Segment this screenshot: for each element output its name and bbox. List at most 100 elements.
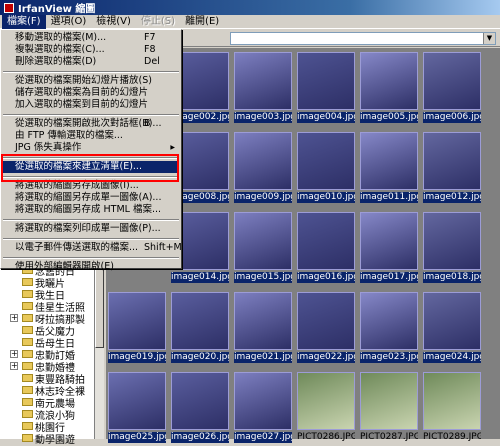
thumbnail-image[interactable] xyxy=(360,292,418,350)
file-menu-item[interactable]: 移動選取的檔案(M)... F7 xyxy=(3,32,179,44)
file-menu-item[interactable]: 儲存選取的檔案為目前的幻燈片 xyxy=(3,87,179,99)
thumbnail-label[interactable]: image026.jpg xyxy=(171,432,229,443)
expand-plus-icon[interactable]: + xyxy=(10,314,18,322)
thumbnail-label[interactable]: PICT0286.JPG xyxy=(297,432,355,443)
thumbnail-label[interactable]: image023.jpg xyxy=(360,352,418,363)
chevron-down-icon[interactable]: ▼ xyxy=(483,33,495,44)
file-menu-item-label: 將選取的縮圖另存成圖像(I)... xyxy=(15,180,139,191)
thumbnail-image[interactable] xyxy=(423,212,481,270)
thumbnail-label[interactable]: image022.jpg xyxy=(297,352,355,363)
thumbnail-image[interactable] xyxy=(297,132,355,190)
thumbnail-label[interactable]: image018.jpg xyxy=(423,272,481,283)
thumbnail-label[interactable]: image020.jpg xyxy=(171,352,229,363)
thumbnail-image[interactable] xyxy=(360,52,418,110)
file-menu-item[interactable]: 將選取的縮圖另存成單一圖像(A)... xyxy=(3,192,179,204)
folder-icon xyxy=(22,290,33,298)
thumbnail-image[interactable] xyxy=(297,212,355,270)
file-menu-item[interactable]: 由 FTP 傳輸選取的檔案... xyxy=(3,130,179,142)
thumbnail-image[interactable] xyxy=(423,292,481,350)
thumbnail-label[interactable]: PICT0289.JPG xyxy=(423,432,481,443)
folder-path-combobox[interactable]: ▼ xyxy=(230,32,496,45)
folder-icon xyxy=(22,398,33,406)
file-menu-dropdown: 移動選取的檔案(M)... F7 複製選取的檔案(C)... F8 刪除選取的檔案(D)… xyxy=(0,29,182,272)
thumbnail-label[interactable]: image005.jpg xyxy=(360,112,418,123)
file-menu-item[interactable]: 將選取的縮圖另存成 HTML 檔案... xyxy=(3,204,179,216)
menu-options[interactable]: 選項(O) xyxy=(46,15,92,29)
thumbnail-image[interactable] xyxy=(234,52,292,110)
tree-folder-label: 動學園遊 xyxy=(35,434,75,446)
menu-view[interactable]: 檢視(V) xyxy=(91,15,136,29)
menu-file[interactable]: 檔案(F) xyxy=(2,14,46,29)
menu-stop[interactable]: 停止(S) xyxy=(136,15,180,29)
file-menu-item[interactable]: 刪除選取的檔案(D) Del xyxy=(3,56,179,68)
file-menu-item-shortcut: Del xyxy=(144,56,160,67)
thumbnail-label[interactable]: image016.jpg xyxy=(297,272,355,283)
folder-icon xyxy=(22,422,33,430)
thumbnail-image[interactable] xyxy=(171,292,229,350)
file-menu-item[interactable]: 從選取的檔案開始幻燈片播放(S) xyxy=(3,75,179,87)
file-menu-item[interactable]: JPG 係失真操作 xyxy=(3,142,179,154)
expand-plus-icon[interactable]: + xyxy=(10,350,18,358)
thumbnail-image[interactable] xyxy=(108,292,166,350)
file-menu-item[interactable]: 複製選取的檔案(C)... F8 xyxy=(3,44,179,56)
thumbnail-label[interactable]: image014.jpg xyxy=(171,272,229,283)
folder-icon xyxy=(22,338,33,346)
menu-separator xyxy=(3,114,179,116)
thumbnail-label[interactable]: image025.jpg xyxy=(108,432,166,443)
menu-separator xyxy=(3,176,179,178)
thumbnail-label[interactable]: image027.jpg xyxy=(234,432,292,443)
file-menu-item-label: 移動選取的檔案(M)... xyxy=(15,32,107,43)
menu-bar: 檔案(F) 選項(O) 檢視(V) 停止(S) 離開(E) xyxy=(0,14,500,29)
thumbnail-label[interactable]: image019.jpg xyxy=(108,352,166,363)
thumbnail-image[interactable] xyxy=(234,292,292,350)
file-menu-item[interactable]: 將選取的檔案列印成單一圖像(P)... xyxy=(3,223,179,235)
thumbnail-image[interactable] xyxy=(360,132,418,190)
file-menu-item[interactable]: 使用外部編輯器開啟(E) xyxy=(3,261,179,273)
thumbnail-image[interactable] xyxy=(423,52,481,110)
thumbnail-image[interactable] xyxy=(234,372,292,430)
thumbnail-image[interactable] xyxy=(171,372,229,430)
file-menu-item[interactable]: 以電子郵件傳送選取的檔案... Shift+M xyxy=(3,242,182,254)
thumbnail-image[interactable] xyxy=(108,372,166,430)
file-menu-item[interactable]: 從選取的檔案來建立清單(E)... xyxy=(3,161,179,173)
tree-folder-item[interactable]: 動學園遊 xyxy=(22,432,75,446)
file-menu-item-label: JPG 係失真操作 xyxy=(15,142,82,153)
thumbnail-label[interactable]: image011.jpg xyxy=(360,192,418,203)
file-menu-item-label: 將選取的檔案列印成單一圖像(P)... xyxy=(15,223,161,234)
thumbnail-image[interactable] xyxy=(234,212,292,270)
thumbnail-label[interactable]: image017.jpg xyxy=(360,272,418,283)
thumbnail-image[interactable] xyxy=(423,132,481,190)
thumbnail-image[interactable] xyxy=(423,372,481,430)
thumbnail-label[interactable]: image009.jpg xyxy=(234,192,292,203)
file-menu-item-shortcut: F8 xyxy=(144,44,156,55)
file-menu-item-label: 由 FTP 傳輸選取的檔案... xyxy=(15,130,123,141)
folder-icon xyxy=(22,326,33,334)
expand-plus-icon[interactable]: + xyxy=(10,362,18,370)
thumbnail-image[interactable] xyxy=(234,132,292,190)
thumbnail-image[interactable] xyxy=(360,212,418,270)
thumbnail-label[interactable]: image024.jpg xyxy=(423,352,481,363)
thumbnail-label[interactable]: image004.jpg xyxy=(297,112,355,123)
thumbnail-label[interactable]: PICT0287.JPG xyxy=(360,432,418,443)
menu-separator xyxy=(3,71,179,73)
thumbnail-label[interactable]: image006.jpg xyxy=(423,112,481,123)
menu-exit[interactable]: 離開(E) xyxy=(180,15,224,29)
thumbnail-label[interactable]: image021.jpg xyxy=(234,352,292,363)
file-menu-item[interactable]: 從選取的檔案開啟批次對話框(B)... B xyxy=(3,118,179,130)
file-menu-item-label: 使用外部編輯器開啟(E) xyxy=(15,261,114,272)
thumbnail-image[interactable] xyxy=(360,372,418,430)
file-menu-item-label: 將選取的縮圖另存成單一圖像(A)... xyxy=(15,192,162,203)
file-menu-item[interactable]: 將選取的縮圖另存成圖像(I)... xyxy=(3,180,179,192)
thumbnail-image[interactable] xyxy=(297,292,355,350)
file-menu-item[interactable]: 加入選取的檔案到目前的幻燈片 xyxy=(3,99,179,111)
thumbnail-image[interactable] xyxy=(297,52,355,110)
irfanview-app-icon[interactable] xyxy=(4,2,14,13)
thumbnail-label[interactable]: image003.jpg xyxy=(234,112,292,123)
thumbnail-label[interactable]: image015.jpg xyxy=(234,272,292,283)
file-menu-item-shortcut: B xyxy=(144,118,151,129)
thumbnail-label[interactable]: image012.jpg xyxy=(423,192,481,203)
thumbnail-image[interactable] xyxy=(297,372,355,430)
thumbnail-label[interactable]: image010.jpg xyxy=(297,192,355,203)
folder-icon xyxy=(22,362,33,370)
window-title: IrfanView 縮圖 xyxy=(18,4,96,15)
